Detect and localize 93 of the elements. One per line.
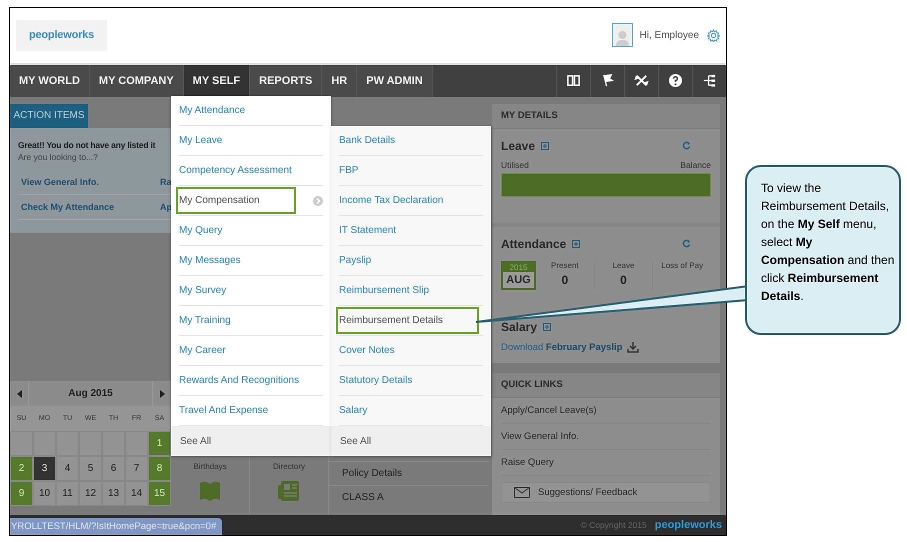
callout-text: To view the Reimbursement Details, on the My Self menu, select My Compensation and then click Reimbursement Details. <box>761 180 895 305</box>
status-url: YROLLTEST/HLM/?IsItHomePage=true&pcn=0# <box>10 518 222 535</box>
balance-label: Balance <box>680 160 711 170</box>
menu-item[interactable]: Travel And Expense <box>176 397 274 424</box>
menu-item[interactable]: My Compensation <box>176 187 296 214</box>
download-payslip-link[interactable]: Download February Payslip <box>501 342 622 353</box>
nav-tab[interactable]: REPORTS <box>250 64 322 97</box>
nav-tab[interactable]: MY WORLD <box>10 64 90 97</box>
quick-link[interactable]: Raise Query <box>501 450 711 476</box>
action-link[interactable]: Check My Attendance <box>18 194 157 220</box>
nav-tab[interactable]: MY SELF <box>184 64 250 97</box>
menu-item[interactable]: Rewards And Recognitions <box>176 367 306 394</box>
footer-logo: peopleworks <box>654 519 722 532</box>
calendar-day[interactable]: 15 <box>148 481 171 506</box>
calendar-day[interactable]: 11 <box>56 481 79 506</box>
tile-label: Birthdays <box>193 462 227 472</box>
quick-link[interactable]: View General Info. <box>501 424 711 450</box>
menu-item[interactable]: My Messages <box>176 247 247 274</box>
stat-value: 0 <box>561 272 568 287</box>
help-icon[interactable] <box>668 73 683 88</box>
see-all-link[interactable]: See All <box>331 426 491 456</box>
refresh-icon[interactable] <box>682 238 691 248</box>
calendar-day[interactable]: 13 <box>102 481 125 506</box>
action-message: Great!! You do not have any listed it <box>18 140 156 150</box>
menu-item[interactable]: Reimbursement Slip <box>336 277 436 304</box>
download-icon[interactable] <box>627 342 640 353</box>
date-badge: 2015 AUG <box>501 260 536 290</box>
refresh-icon[interactable] <box>682 140 691 150</box>
calendar-day[interactable]: 5 <box>79 456 102 482</box>
tile-label: Directory <box>272 462 305 472</box>
nav-tab[interactable]: HR <box>322 64 358 97</box>
menu-item[interactable]: Statutory Details <box>336 367 418 394</box>
menu-item[interactable]: My Leave <box>176 127 228 154</box>
calendar-day[interactable]: 12 <box>79 481 102 506</box>
calendar-day[interactable]: 4 <box>56 456 79 482</box>
stat-label: Leave <box>612 260 634 270</box>
menu-item[interactable]: IT Statement <box>336 217 402 244</box>
panel-header: MY DETAILS <box>492 104 720 129</box>
menu-item[interactable]: Salary <box>336 397 374 424</box>
avatar-icon <box>612 23 633 48</box>
menu-item[interactable]: Income Tax Declaration <box>336 187 450 214</box>
peopleworks-logo[interactable]: peopleworks <box>16 20 107 51</box>
calendar-day[interactable]: 9 <box>10 481 33 506</box>
calendar-day[interactable]: 3 <box>33 456 56 482</box>
calendar-day[interactable]: 7 <box>125 456 148 482</box>
calendar-day[interactable]: 1 <box>148 431 171 456</box>
menu-item[interactable]: My Career <box>176 337 232 364</box>
calendar-day[interactable]: 10 <box>33 481 56 506</box>
expand-icon[interactable] <box>541 142 550 150</box>
envelope-icon <box>514 486 530 498</box>
menu-item[interactable]: My Query <box>176 217 228 244</box>
nav-tab[interactable]: MY COMPANY <box>90 64 184 97</box>
previous-month-icon[interactable] <box>16 390 22 398</box>
calendar-day[interactable]: 2 <box>10 456 33 482</box>
action-prompt: Are you looking to...? <box>18 152 99 162</box>
calendar-day[interactable]: 6 <box>102 456 125 482</box>
flag-icon[interactable] <box>600 73 615 88</box>
feedback-button[interactable]: Suggestions/ Feedback <box>501 482 711 503</box>
calendar-day[interactable]: 14 <box>125 481 148 506</box>
sitemap-icon[interactable] <box>702 73 717 88</box>
stat-label: Present <box>551 260 579 270</box>
expand-icon[interactable] <box>543 322 552 331</box>
section-title: Leave <box>501 138 536 153</box>
user-greeting: Hi, Employee <box>640 30 699 41</box>
action-items-tab[interactable]: ACTION ITEMS <box>10 104 88 128</box>
policy-row[interactable]: CLASS A <box>329 485 489 510</box>
utilised-label: Utilised <box>501 160 529 170</box>
menu-item[interactable]: My Attendance <box>176 97 252 124</box>
section-title: Attendance <box>501 236 566 251</box>
nav-tab[interactable]: PW ADMIN <box>357 64 433 97</box>
menu-item[interactable]: My Training <box>176 307 237 334</box>
stat-value: 0 <box>620 272 627 287</box>
menu-item[interactable]: Payslip <box>336 247 378 274</box>
section-title: Salary <box>501 320 538 334</box>
panel-header: QUICK LINKS <box>492 372 720 398</box>
calendar-day[interactable]: 8 <box>148 456 171 482</box>
menu-item[interactable]: My Survey <box>176 277 232 304</box>
stat-label: Loss of Pay <box>661 260 704 270</box>
quick-link[interactable]: Apply/Cancel Leave(s) <box>501 398 711 424</box>
tools-icon[interactable] <box>634 73 649 88</box>
book-icon[interactable] <box>566 73 581 88</box>
menu-item[interactable]: Reimbursement Details <box>336 307 479 334</box>
expand-icon[interactable] <box>572 240 580 248</box>
copyright-text: © Copyright 2015 <box>580 520 647 530</box>
action-link[interactable]: View General Info. <box>18 170 157 195</box>
menu-item[interactable]: Bank Details <box>336 127 402 154</box>
menu-item[interactable]: Competency Assessment <box>176 157 298 184</box>
policy-row[interactable]: Policy Details <box>329 461 489 486</box>
next-month-icon[interactable] <box>160 390 164 398</box>
settings-icon[interactable] <box>707 28 720 42</box>
menu-item[interactable]: FBP <box>336 157 364 184</box>
menu-item[interactable]: Cover Notes <box>336 337 401 364</box>
see-all-link[interactable]: See All <box>171 426 331 456</box>
